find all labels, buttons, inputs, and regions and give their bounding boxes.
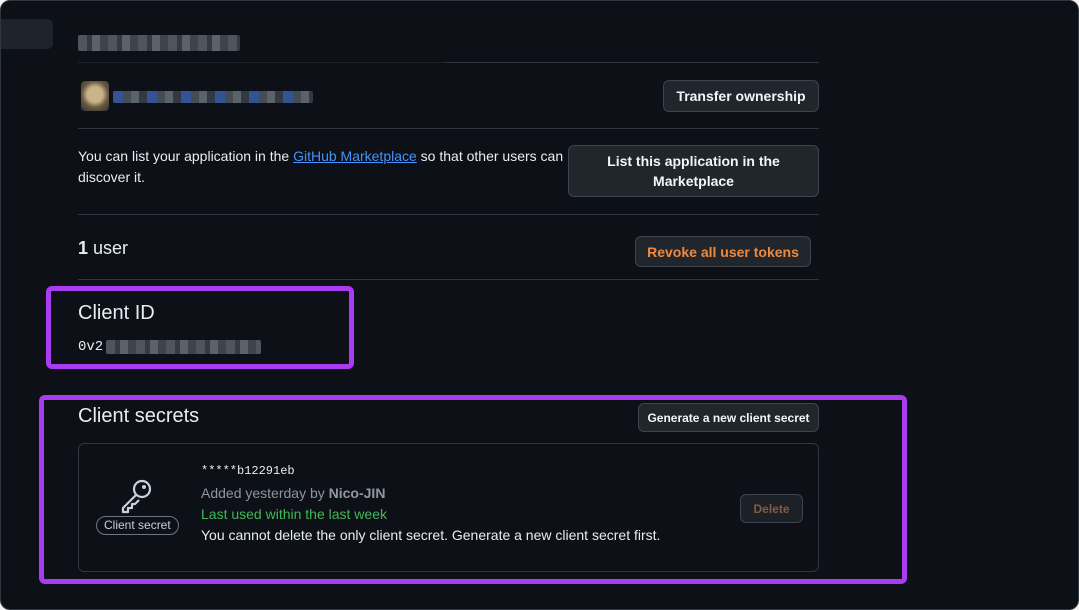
highlight-client-secrets bbox=[39, 395, 907, 584]
divider bbox=[445, 62, 819, 63]
divider bbox=[78, 128, 819, 129]
revoke-all-user-tokens-button[interactable]: Revoke all user tokens bbox=[635, 236, 811, 267]
redacted-owner-name bbox=[113, 91, 313, 103]
transfer-ownership-button[interactable]: Transfer ownership bbox=[663, 80, 819, 112]
marketplace-text: discover it. bbox=[78, 169, 145, 185]
app-window: Transfer ownership You can list your app… bbox=[0, 0, 1079, 610]
user-count: 1 user bbox=[78, 236, 128, 260]
divider bbox=[78, 279, 819, 280]
redacted-app-name bbox=[78, 35, 240, 51]
user-count-label: user bbox=[88, 238, 129, 258]
sidebar-tab[interactable] bbox=[1, 19, 53, 49]
user-count-number: 1 bbox=[78, 238, 89, 258]
marketplace-text: You can list your application in the bbox=[78, 148, 294, 164]
marketplace-description: You can list your application in the Git… bbox=[78, 146, 568, 188]
github-marketplace-link[interactable]: GitHub Marketplace bbox=[293, 148, 417, 164]
marketplace-text: so that other users can bbox=[416, 148, 564, 164]
owner-avatar bbox=[81, 81, 109, 111]
highlight-client-id bbox=[46, 286, 354, 369]
divider bbox=[78, 62, 445, 63]
list-in-marketplace-button[interactable]: List this application in the Marketplace bbox=[568, 145, 819, 197]
divider bbox=[78, 214, 819, 215]
